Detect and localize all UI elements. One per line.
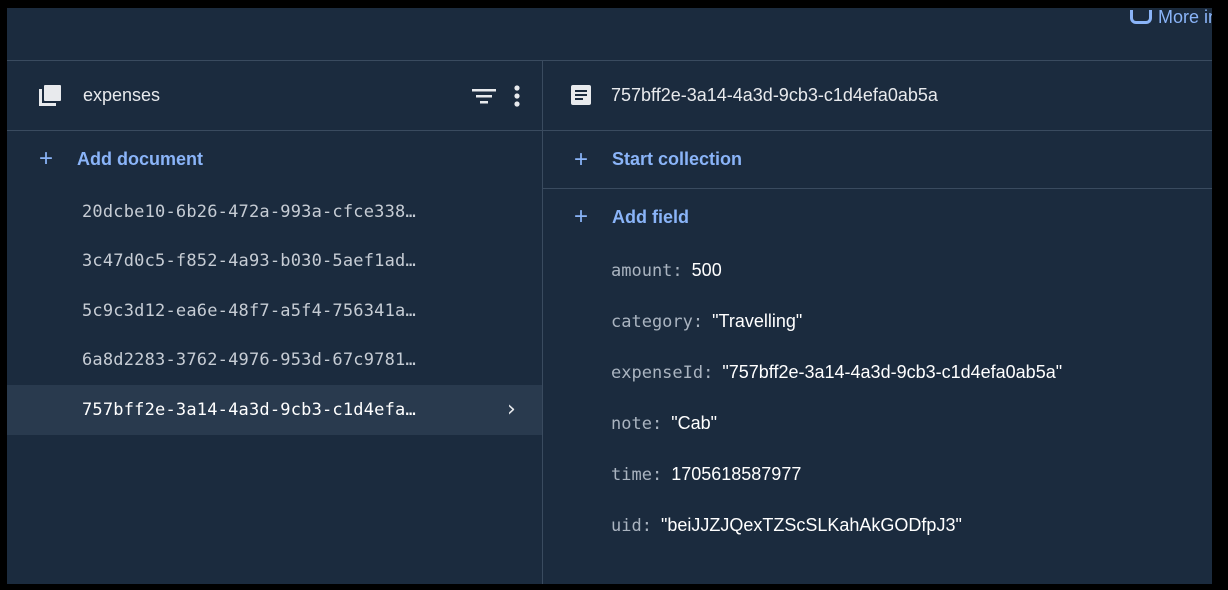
more-vert-icon[interactable] xyxy=(514,84,520,107)
field-row[interactable]: category: "Travelling" xyxy=(611,296,1212,347)
field-key: time xyxy=(611,464,652,485)
start-collection-label: Start collection xyxy=(612,149,743,169)
collection-panel: expenses + Add document 20dcbe10-6b26-47… xyxy=(7,61,543,584)
field-key: uid xyxy=(611,515,642,536)
add-field-button[interactable]: + Add field xyxy=(543,189,1212,245)
field-key: category xyxy=(611,311,693,332)
field-value: 1705618587977 xyxy=(671,464,802,484)
field-key: expenseId xyxy=(611,362,704,383)
more-icon xyxy=(1129,10,1152,24)
add-field-label: Add field xyxy=(612,206,689,227)
field-value: "Cab" xyxy=(671,413,718,433)
filter-icon[interactable] xyxy=(472,87,496,105)
field-row[interactable]: amount: 500 xyxy=(611,245,1212,296)
document-list-item[interactable]: 6a8d2283-3762-4976-953d-67c9781… xyxy=(7,336,542,386)
field-row[interactable]: note: "Cab" xyxy=(611,398,1212,449)
more-in-label: More in xyxy=(1157,8,1212,27)
firestore-data-viewer: More in expenses + Add document 20dcbe10… xyxy=(7,8,1212,584)
document-icon xyxy=(571,84,593,107)
field-key: amount xyxy=(611,260,673,281)
plus-icon: + xyxy=(574,145,589,173)
start-collection-button[interactable]: + Start collection xyxy=(543,131,1212,189)
field-row[interactable]: expenseId: "757bff2e-3a14-4a3d-9cb3-c1d4… xyxy=(611,347,1212,398)
document-id-title: 757bff2e-3a14-4a3d-9cb3-c1d4efa0ab5a xyxy=(611,85,938,105)
collection-title: expenses xyxy=(83,85,161,105)
document-panel: 757bff2e-3a14-4a3d-9cb3-c1d4efa0ab5a + S… xyxy=(543,61,1212,584)
field-value: "757bff2e-3a14-4a3d-9cb3-c1d4efa0ab5a" xyxy=(722,362,1063,382)
field-row[interactable]: time: 1705618587977 xyxy=(611,449,1212,500)
field-value: "Travelling" xyxy=(712,311,803,331)
more-in-button[interactable]: More in xyxy=(1129,8,1212,30)
field-row[interactable]: uid: "beiJJZJQexTZScSLKahAkGODfpJ3" xyxy=(611,500,1212,551)
document-list: 20dcbe10-6b26-472a-993a-cfce338… 3c47d0c… xyxy=(7,187,542,435)
document-list-item-selected[interactable]: 757bff2e-3a14-4a3d-9cb3-c1d4efa… › xyxy=(7,385,542,435)
top-bar: More in xyxy=(7,8,1212,61)
chevron-right-icon: › xyxy=(507,397,516,423)
field-value: "beiJJZJQexTZScSLKahAkGODfpJ3" xyxy=(660,515,962,535)
add-document-button[interactable]: + Add document xyxy=(7,131,542,187)
field-list: amount: 500 category: "Travelling" expen… xyxy=(543,245,1212,551)
document-list-item[interactable]: 3c47d0c5-f852-4a93-b030-5aef1ad… xyxy=(7,237,542,287)
document-header: 757bff2e-3a14-4a3d-9cb3-c1d4efa0ab5a xyxy=(543,61,1212,131)
add-document-label: Add document xyxy=(77,148,203,169)
plus-icon: + xyxy=(39,145,54,172)
plus-icon: + xyxy=(574,203,589,230)
field-key: note xyxy=(611,413,652,434)
collection-icon xyxy=(39,84,61,107)
document-list-item[interactable]: 5c9c3d12-ea6e-48f7-a5f4-756341a… xyxy=(7,286,542,336)
document-list-item[interactable]: 20dcbe10-6b26-472a-993a-cfce338… xyxy=(7,187,542,237)
field-value: 500 xyxy=(691,260,722,280)
collection-header: expenses xyxy=(7,61,542,131)
